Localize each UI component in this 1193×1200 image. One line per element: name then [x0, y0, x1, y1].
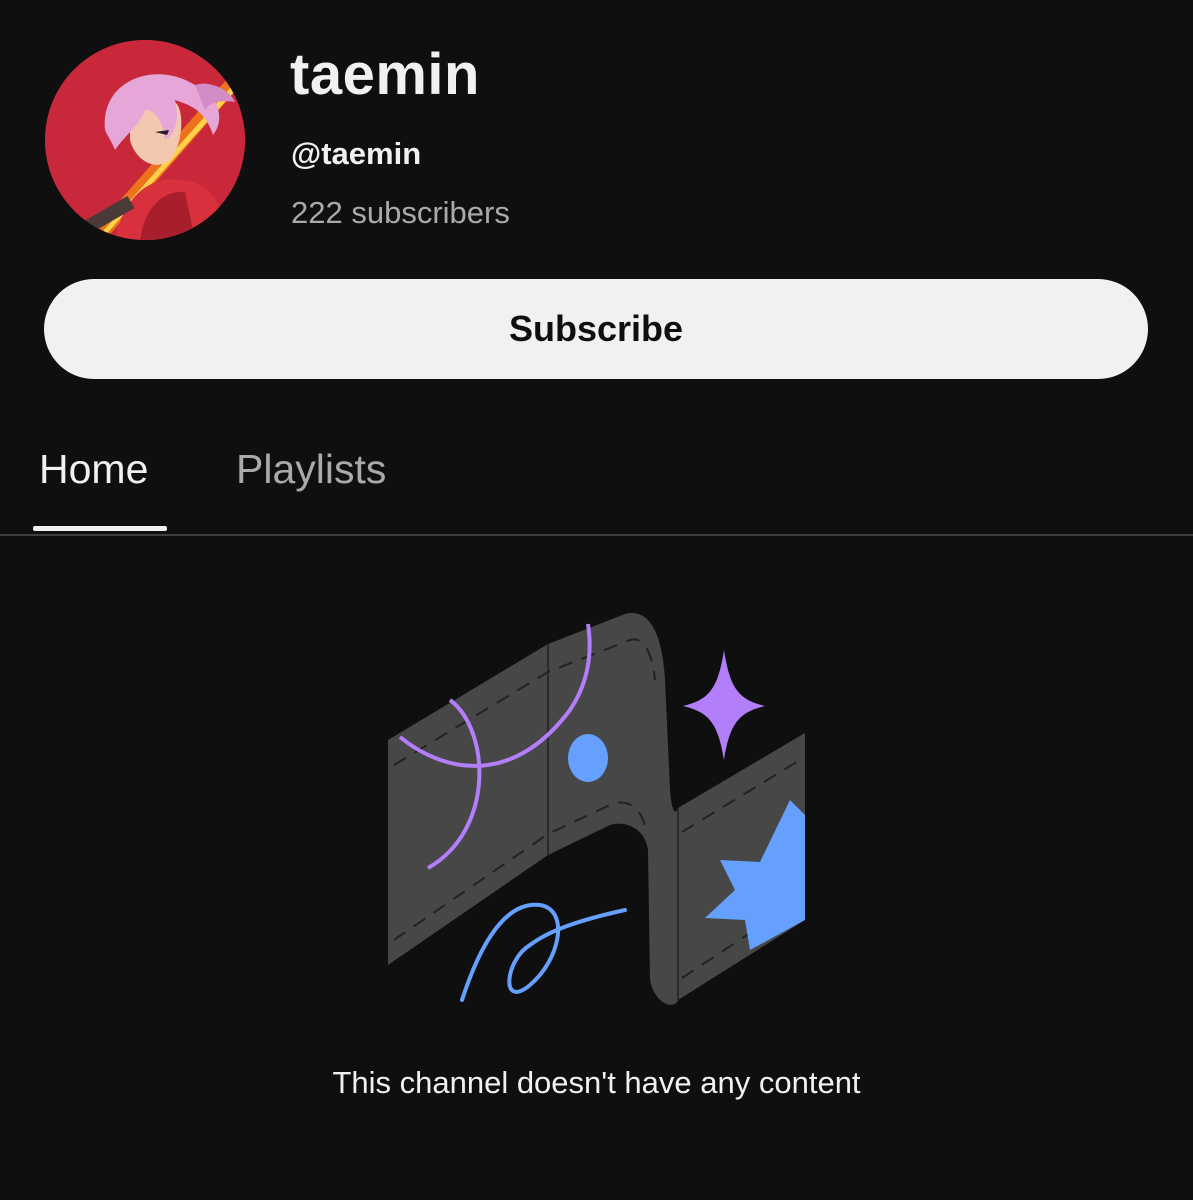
- subscribe-button[interactable]: Subscribe: [44, 279, 1148, 379]
- channel-avatar[interactable]: [45, 40, 245, 240]
- empty-channel-illustration: [380, 600, 820, 1010]
- channel-tabs: Home Playlists: [0, 420, 1193, 536]
- tab-playlists[interactable]: Playlists: [236, 444, 386, 494]
- tab-home[interactable]: Home: [39, 444, 148, 494]
- subscriber-count: 222 subscribers: [291, 195, 510, 230]
- empty-state-message: This channel doesn't have any content: [332, 1065, 861, 1100]
- channel-name: taemin: [290, 42, 480, 107]
- channel-handle: @taemin: [291, 136, 422, 171]
- selected-tab-indicator: [33, 526, 167, 531]
- anime-avatar-icon: [45, 40, 245, 240]
